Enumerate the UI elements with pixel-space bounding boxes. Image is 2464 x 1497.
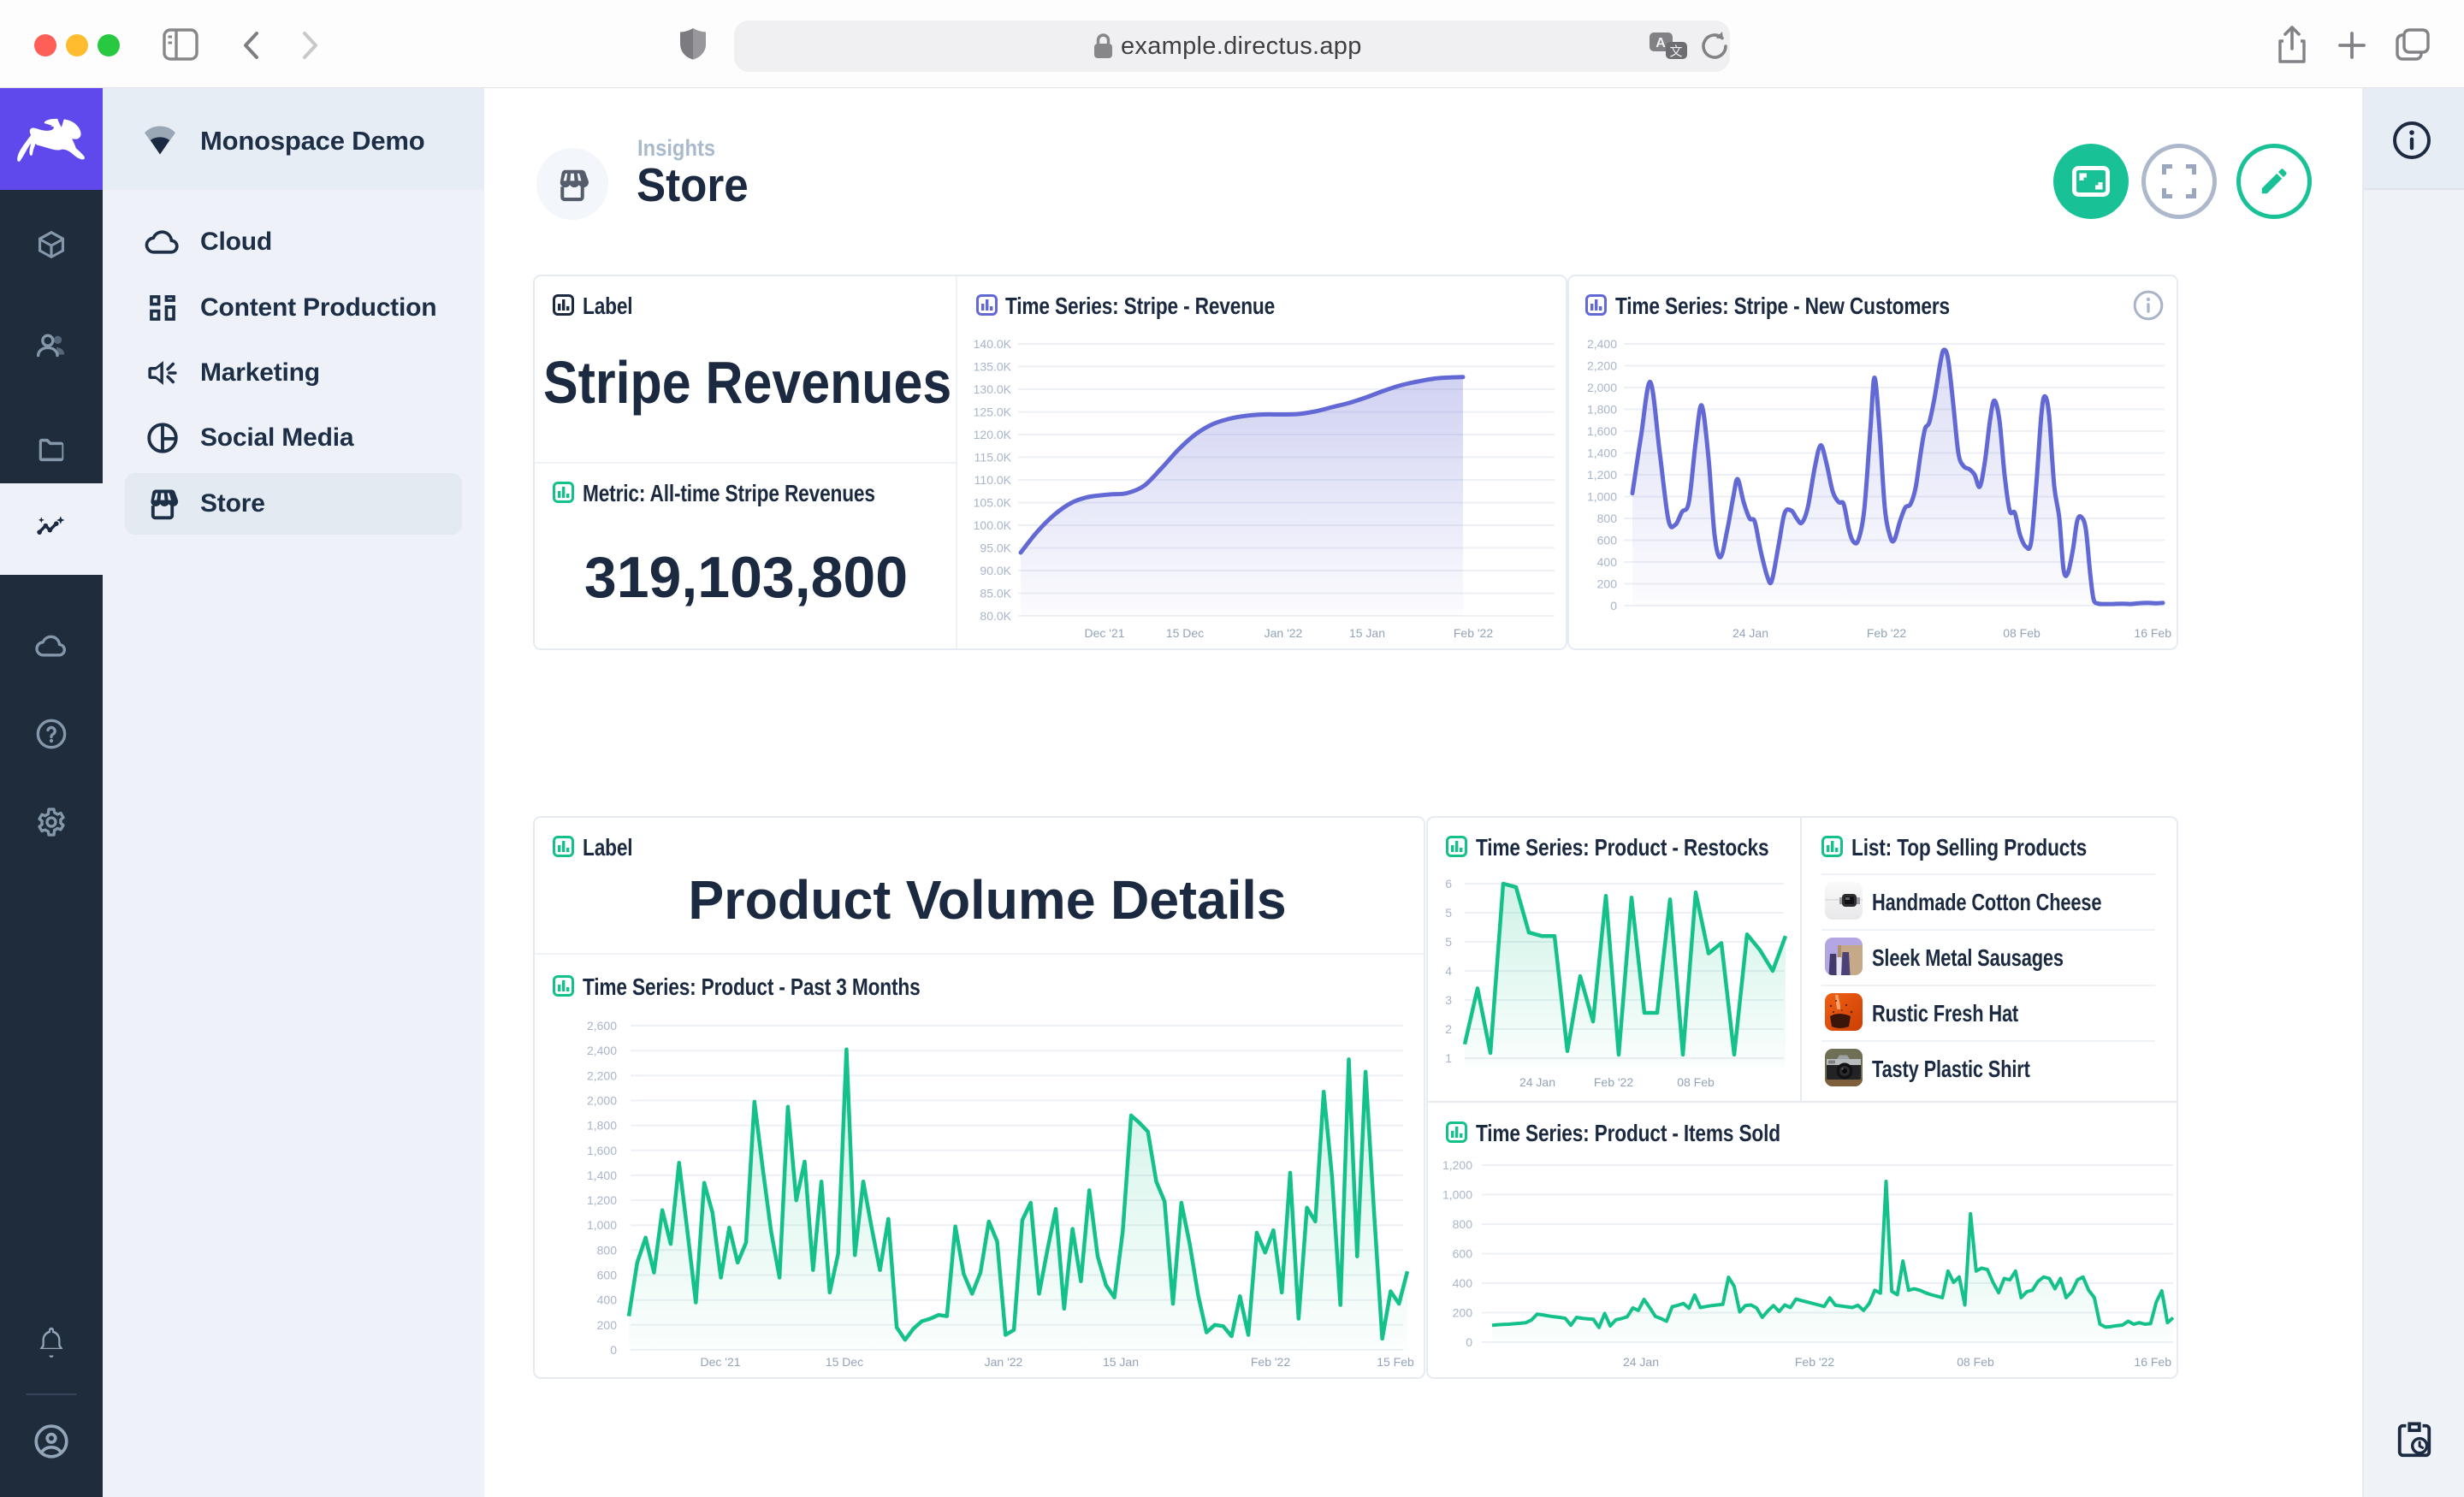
svg-text:1,400: 1,400 <box>587 1169 617 1182</box>
svg-text:2: 2 <box>1445 1022 1452 1036</box>
svg-text:15 Dec: 15 Dec <box>826 1355 863 1369</box>
svg-text:105.0K: 105.0K <box>974 496 1012 510</box>
svg-text:5: 5 <box>1445 906 1452 920</box>
svg-text:1,600: 1,600 <box>587 1144 617 1157</box>
svg-text:24 Jan: 24 Jan <box>1519 1075 1555 1089</box>
svg-text:Jan '22: Jan '22 <box>1265 626 1303 640</box>
svg-text:2,400: 2,400 <box>1587 337 1617 351</box>
svg-text:400: 400 <box>597 1293 618 1307</box>
svg-text:2,200: 2,200 <box>1587 359 1617 373</box>
svg-text:0: 0 <box>1466 1335 1472 1349</box>
svg-text:2,600: 2,600 <box>587 1019 617 1033</box>
svg-text:95.0K: 95.0K <box>980 541 1011 555</box>
svg-text:1,400: 1,400 <box>1587 447 1617 460</box>
svg-text:1,200: 1,200 <box>587 1193 617 1207</box>
svg-text:2,000: 2,000 <box>587 1094 617 1108</box>
svg-text:800: 800 <box>597 1243 618 1257</box>
svg-text:1,800: 1,800 <box>1587 403 1617 417</box>
svg-text:1,800: 1,800 <box>587 1119 617 1133</box>
svg-text:135.0K: 135.0K <box>974 360 1012 374</box>
svg-text:Feb '22: Feb '22 <box>1867 626 1906 640</box>
svg-text:Dec '21: Dec '21 <box>1084 626 1124 640</box>
svg-text:4: 4 <box>1445 964 1452 978</box>
svg-text:200: 200 <box>597 1318 618 1332</box>
svg-text:85.0K: 85.0K <box>980 587 1011 601</box>
svg-text:Feb '22: Feb '22 <box>1251 1355 1290 1369</box>
svg-text:800: 800 <box>1597 512 1618 525</box>
svg-text:140.0K: 140.0K <box>974 337 1012 351</box>
svg-text:1: 1 <box>1445 1051 1452 1065</box>
svg-text:Dec '21: Dec '21 <box>700 1355 740 1369</box>
svg-text:800: 800 <box>1453 1217 1473 1231</box>
svg-text:Jan '22: Jan '22 <box>985 1355 1023 1369</box>
svg-text:600: 600 <box>1597 534 1618 547</box>
svg-text:1,200: 1,200 <box>1442 1158 1472 1172</box>
svg-text:400: 400 <box>1453 1276 1473 1290</box>
svg-text:130.0K: 130.0K <box>974 382 1012 396</box>
svg-text:Feb '22: Feb '22 <box>1454 626 1493 640</box>
svg-text:125.0K: 125.0K <box>974 405 1012 419</box>
svg-text:100.0K: 100.0K <box>974 518 1012 532</box>
svg-text:80.0K: 80.0K <box>980 609 1011 623</box>
svg-text:1,600: 1,600 <box>1587 424 1617 438</box>
svg-text:Feb '22: Feb '22 <box>1594 1075 1633 1089</box>
svg-text:08 Feb: 08 Feb <box>1957 1355 1994 1369</box>
svg-text:0: 0 <box>1610 599 1617 612</box>
svg-text:文: 文 <box>1669 44 1682 59</box>
svg-text:1,000: 1,000 <box>1442 1188 1472 1202</box>
svg-text:0: 0 <box>610 1343 617 1357</box>
svg-text:200: 200 <box>1597 577 1618 591</box>
svg-text:6: 6 <box>1445 877 1452 891</box>
svg-text:16 Feb: 16 Feb <box>2134 1355 2171 1369</box>
svg-text:15 Feb: 15 Feb <box>1377 1355 1414 1369</box>
svg-text:08 Feb: 08 Feb <box>2003 626 2040 640</box>
svg-text:200: 200 <box>1453 1306 1473 1320</box>
svg-text:16 Feb: 16 Feb <box>2134 626 2171 640</box>
svg-text:1,000: 1,000 <box>1587 490 1617 504</box>
svg-text:1,000: 1,000 <box>587 1218 617 1232</box>
svg-text:24 Jan: 24 Jan <box>1623 1355 1659 1369</box>
svg-text:Feb '22: Feb '22 <box>1795 1355 1834 1369</box>
svg-text:90.0K: 90.0K <box>980 564 1011 577</box>
svg-text:1,200: 1,200 <box>1587 468 1617 482</box>
svg-text:2,000: 2,000 <box>1587 381 1617 394</box>
svg-text:600: 600 <box>1453 1247 1473 1261</box>
svg-text:2,400: 2,400 <box>587 1044 617 1057</box>
svg-text:110.0K: 110.0K <box>974 473 1012 487</box>
svg-text:5: 5 <box>1445 935 1452 949</box>
svg-text:15 Jan: 15 Jan <box>1349 626 1385 640</box>
svg-text:A: A <box>1656 36 1666 50</box>
svg-text:400: 400 <box>1597 555 1618 569</box>
svg-text:2,200: 2,200 <box>587 1068 617 1082</box>
svg-text:24 Jan: 24 Jan <box>1732 626 1768 640</box>
svg-text:15 Jan: 15 Jan <box>1103 1355 1139 1369</box>
svg-text:3: 3 <box>1445 993 1452 1007</box>
svg-text:115.0K: 115.0K <box>974 451 1012 464</box>
svg-text:600: 600 <box>597 1269 618 1282</box>
svg-text:120.0K: 120.0K <box>974 428 1012 441</box>
svg-text:08 Feb: 08 Feb <box>1677 1075 1715 1089</box>
svg-text:15 Dec: 15 Dec <box>1166 626 1204 640</box>
